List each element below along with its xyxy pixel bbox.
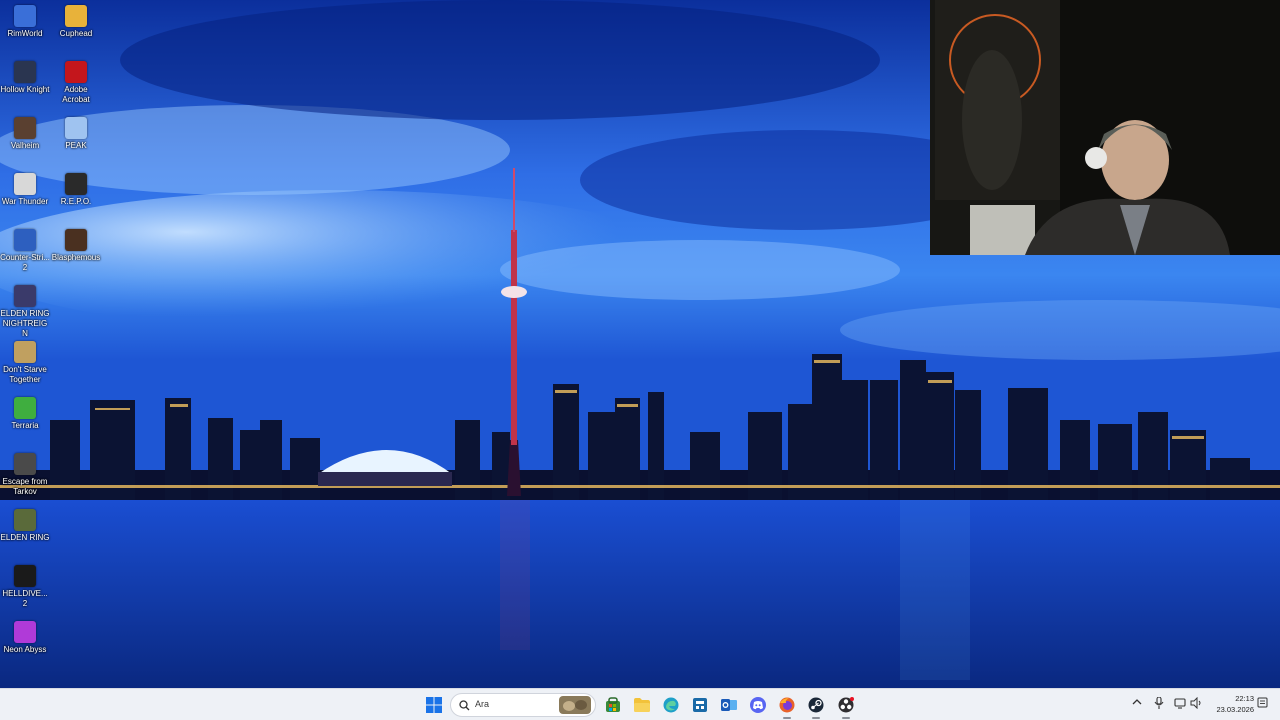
desktop-icon-hollow-knight[interactable]: Hollow Knight (0, 61, 50, 95)
blasphemous-icon (65, 229, 87, 251)
obs-icon (838, 697, 854, 713)
taskbar: Ara 22:13 23.03.2026 (0, 688, 1280, 720)
start-button[interactable] (422, 693, 446, 717)
taskbar-outlook[interactable] (717, 693, 741, 717)
clock-time: 22:13 (1235, 694, 1254, 703)
desktop-icon-label: Hollow Knight (0, 85, 50, 94)
cuphead-icon (65, 5, 87, 27)
terraria-icon (14, 397, 36, 419)
taskbar-firefox[interactable] (775, 693, 799, 719)
desktop-icon-repo[interactable]: R.E.P.O. (51, 173, 101, 207)
desktop-icon-adobe-acrobat[interactable]: Adobe Acrobat (51, 61, 101, 105)
helldivers-icon (14, 565, 36, 587)
rimworld-icon (14, 5, 36, 27)
microphone-icon[interactable] (1154, 696, 1164, 712)
neon-abyss-icon (14, 621, 36, 643)
desktop-icon-label: Neon Abyss (3, 645, 47, 654)
desktop-icon-label: ELDEN RING NIGHTREIGN (0, 309, 50, 338)
search-icon (459, 700, 470, 711)
volume-icon[interactable] (1190, 696, 1202, 712)
desktop-icon-peak[interactable]: PEAK (51, 117, 101, 151)
taskbar-discord[interactable] (746, 693, 770, 717)
taskbar-store[interactable] (601, 693, 625, 717)
dont-starve-together-icon (14, 341, 36, 363)
war-thunder-icon (14, 173, 36, 195)
desktop-icon-rimworld[interactable]: RimWorld (0, 5, 50, 39)
desktop-icon-cuphead[interactable]: Cuphead (51, 5, 101, 39)
desktop-icon-label: Valheim (10, 141, 40, 150)
desktop-icon-label: Blasphemous (51, 253, 101, 262)
desktop-icon-label: Terraria (11, 421, 39, 430)
steam-icon (808, 697, 824, 713)
edge-icon (663, 697, 679, 713)
valheim-icon (14, 117, 36, 139)
taskbar-edge[interactable] (659, 693, 683, 717)
desktop-icon-escape-from-tarkov[interactable]: Escape from Tarkov (0, 453, 50, 497)
store-icon (606, 697, 620, 712)
desktop-icon-label: Escape from Tarkov (2, 477, 48, 496)
notification-icon[interactable] (1257, 697, 1268, 712)
search-placeholder: Ara (475, 699, 490, 709)
desktop-icon-label: ELDEN RING (0, 533, 50, 542)
desktop-icon-valheim[interactable]: Valheim (0, 117, 50, 151)
show-hidden-icons-chevron-icon[interactable] (1132, 697, 1142, 710)
desktop-icon-war-thunder[interactable]: War Thunder (0, 173, 50, 207)
clock-date: 23.03.2026 (1216, 705, 1254, 714)
desktop-icon-terraria[interactable]: Terraria (0, 397, 50, 431)
desktop-icon-helldivers[interactable]: HELLDIVE... 2 (0, 565, 50, 609)
hollow-knight-icon (14, 61, 36, 83)
app-icon (693, 698, 707, 712)
desktop-icon-label: Counter-Stri... 2 (0, 253, 50, 272)
taskbar-obs[interactable] (834, 693, 858, 719)
desktop-icon-counter-strike[interactable]: Counter-Stri... 2 (0, 229, 50, 273)
network-icon[interactable] (1174, 697, 1186, 712)
counter-strike-icon (14, 229, 36, 251)
desktop-icon-label: HELLDIVE... 2 (2, 589, 48, 608)
desktop-icon-label: Don't Starve Together (3, 365, 47, 384)
taskbar-clock[interactable]: 22:13 23.03.2026 (1216, 693, 1254, 715)
taskbar-steam[interactable] (804, 693, 828, 719)
peak-icon (65, 117, 87, 139)
repo-icon (65, 173, 87, 195)
desktop-icon-neon-abyss[interactable]: Neon Abyss (0, 621, 50, 655)
desktop-icon-label: Cuphead (59, 29, 93, 38)
discord-icon (750, 697, 766, 713)
adobe-acrobat-icon (65, 61, 87, 83)
desktop-icon-elden-ring-nightreign[interactable]: ELDEN RING NIGHTREIGN (0, 285, 50, 339)
search-highlight-icon (559, 696, 591, 714)
webcam-feed-image (930, 0, 1280, 255)
desktop-icon-label: R.E.P.O. (60, 197, 92, 206)
desktop-icon-dont-starve-together[interactable]: Don't Starve Together (0, 341, 50, 385)
firefox-icon (779, 697, 795, 713)
elden-ring-nightreign-icon (14, 285, 36, 307)
desktop-icon-label: War Thunder (1, 197, 49, 206)
webcam-overlay (930, 0, 1280, 255)
desktop-icon-label: PEAK (65, 141, 87, 150)
taskbar-search[interactable]: Ara (450, 693, 596, 717)
taskbar-app[interactable] (688, 693, 712, 717)
escape-from-tarkov-icon (14, 453, 36, 475)
outlook-icon (721, 699, 737, 711)
desktop-icon-label: RimWorld (7, 29, 43, 38)
folder-icon (634, 698, 650, 712)
taskbar-file-explorer[interactable] (630, 693, 654, 717)
desktop-icon-blasphemous[interactable]: Blasphemous (51, 229, 101, 263)
desktop-icon-label: Adobe Acrobat (62, 85, 90, 104)
windows-start-icon (426, 697, 442, 713)
desktop-icon-elden-ring[interactable]: ELDEN RING (0, 509, 50, 543)
elden-ring-icon (14, 509, 36, 531)
